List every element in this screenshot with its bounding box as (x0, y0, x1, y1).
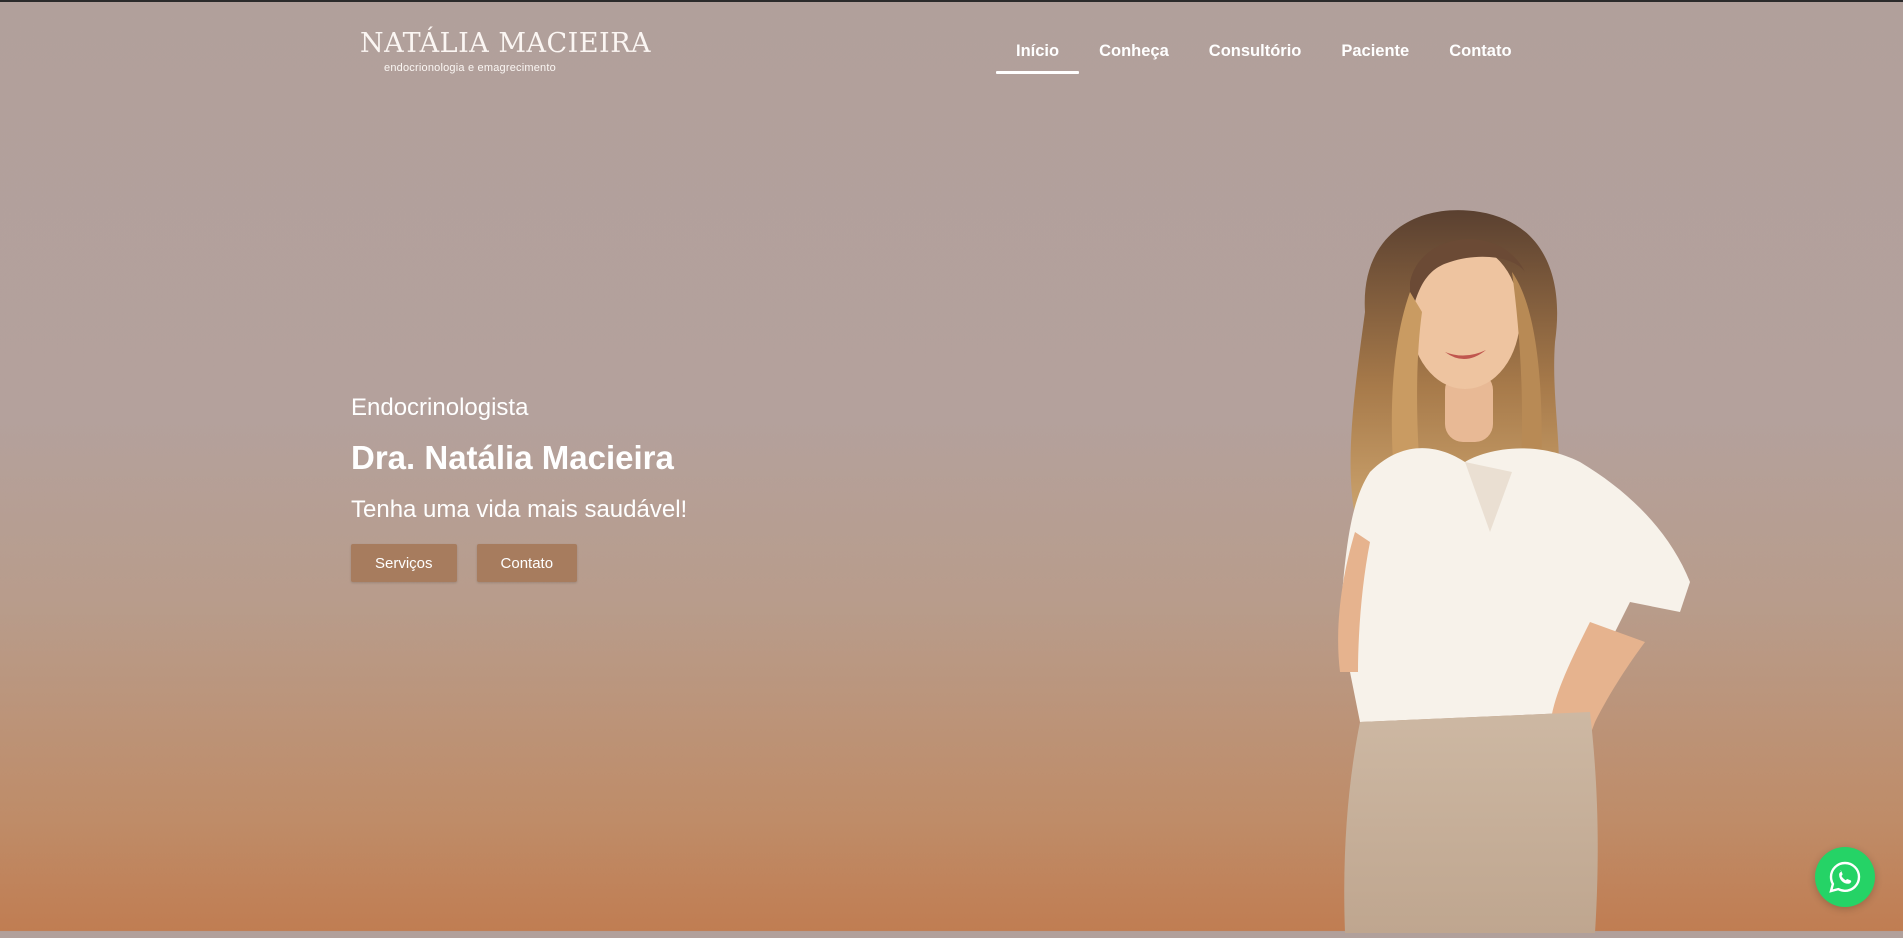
site-header: NATÁLIA MACIEIRA endocrionologia e emagr… (0, 2, 1903, 102)
services-button[interactable]: Serviços (351, 544, 457, 582)
logo-name: NATÁLIA MACIEIRA (360, 28, 652, 59)
hero-section: Endocrinologista Dra. Natália Macieira T… (351, 392, 687, 582)
nav-item-conheca[interactable]: Conheça (1079, 40, 1189, 74)
hero-eyebrow: Endocrinologista (351, 394, 529, 421)
nav-item-contato[interactable]: Contato (1429, 40, 1531, 74)
hero-buttons: Serviços Contato (351, 544, 687, 582)
logo[interactable]: NATÁLIA MACIEIRA endocrionologia e emagr… (360, 28, 652, 74)
hero-title: Dra. Natália Macieira (351, 439, 674, 476)
nav-item-consultorio[interactable]: Consultório (1189, 40, 1322, 74)
logo-tagline: endocrionologia e emagrecimento (384, 62, 556, 74)
hero-subtitle: Tenha uma vida mais saudável! (351, 496, 688, 523)
nav-item-inicio[interactable]: Início (996, 40, 1080, 74)
whatsapp-button[interactable] (1815, 847, 1875, 907)
contact-button[interactable]: Contato (476, 544, 578, 582)
main-nav: Início Conheça Consultório Paciente Cont… (996, 40, 1532, 74)
nav-item-paciente[interactable]: Paciente (1321, 40, 1429, 74)
whatsapp-icon (1829, 861, 1861, 893)
doctor-photo (1250, 202, 1810, 933)
